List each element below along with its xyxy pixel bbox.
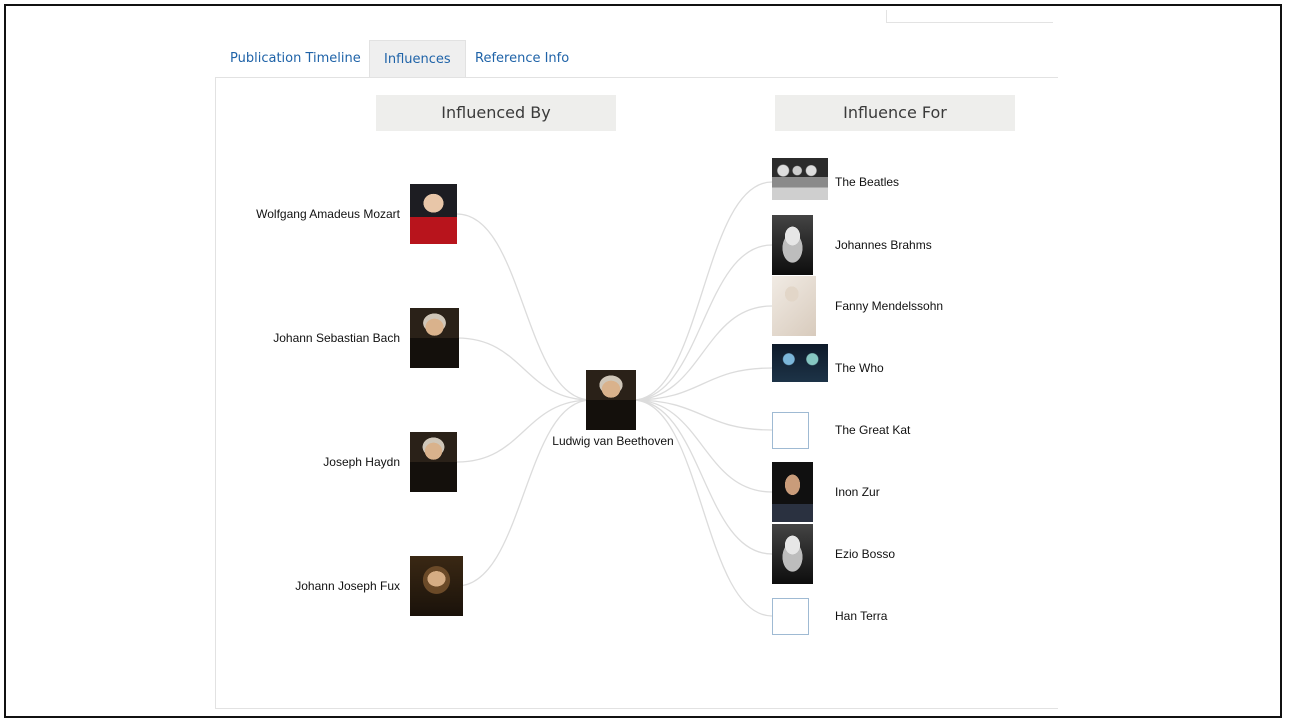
edge-ezio-bosso xyxy=(632,399,773,555)
edge-johannes-brahms xyxy=(632,244,773,401)
edge-the-beatles xyxy=(632,181,773,401)
influenced-the-who[interactable]: The Who xyxy=(835,361,884,375)
wolfgang-amadeus-mozart-thumbnail[interactable] xyxy=(410,184,457,244)
edge-han-terra xyxy=(632,399,773,617)
influence-graph xyxy=(456,181,773,617)
the-great-kat-thumbnail[interactable] xyxy=(772,412,809,449)
influenced-johannes-brahms[interactable]: Johannes Brahms xyxy=(835,238,932,252)
edge-wolfgang-amadeus-mozart xyxy=(456,213,592,401)
edge-johann-joseph-fux xyxy=(456,399,592,587)
influenced-fanny-mendelssohn[interactable]: Fanny Mendelssohn xyxy=(835,299,943,313)
edge-johann-sebastian-bach xyxy=(456,337,592,401)
influenced-the-beatles[interactable]: The Beatles xyxy=(835,175,899,189)
johann-joseph-fux-thumbnail[interactable] xyxy=(410,556,463,616)
fanny-mendelssohn-thumbnail[interactable] xyxy=(772,276,816,336)
han-terra-thumbnail[interactable] xyxy=(772,598,809,635)
influencer-johann-joseph-fux[interactable]: Johann Joseph Fux xyxy=(295,579,400,593)
edge-fanny-mendelssohn xyxy=(632,305,773,401)
johannes-brahms-thumbnail[interactable] xyxy=(772,215,813,275)
influenced-the-great-kat[interactable]: The Great Kat xyxy=(835,423,910,437)
edge-joseph-haydn xyxy=(456,399,592,463)
edge-the-great-kat xyxy=(632,399,773,431)
screenshot-frame: Publication Timeline Influences Referenc… xyxy=(4,4,1282,718)
influencer-johann-sebastian-bach[interactable]: Johann Sebastian Bach xyxy=(273,331,400,345)
johann-sebastian-bach-thumbnail[interactable] xyxy=(410,308,459,368)
influencer-wolfgang-amadeus-mozart[interactable]: Wolfgang Amadeus Mozart xyxy=(256,207,400,221)
influenced-han-terra[interactable]: Han Terra xyxy=(835,609,887,623)
influenced-inon-zur[interactable]: Inon Zur xyxy=(835,485,880,499)
inon-zur-thumbnail[interactable] xyxy=(772,462,813,522)
ezio-bosso-thumbnail[interactable] xyxy=(772,524,813,584)
joseph-haydn-thumbnail[interactable] xyxy=(410,432,457,492)
influenced-ezio-bosso[interactable]: Ezio Bosso xyxy=(835,547,895,561)
the-who-thumbnail[interactable] xyxy=(772,344,828,382)
center-node-label[interactable]: Ludwig van Beethoven xyxy=(552,434,673,448)
the-beatles-thumbnail[interactable] xyxy=(772,158,828,200)
ludwig-van-beethoven-thumbnail[interactable] xyxy=(586,370,636,430)
influencer-joseph-haydn[interactable]: Joseph Haydn xyxy=(323,455,400,469)
